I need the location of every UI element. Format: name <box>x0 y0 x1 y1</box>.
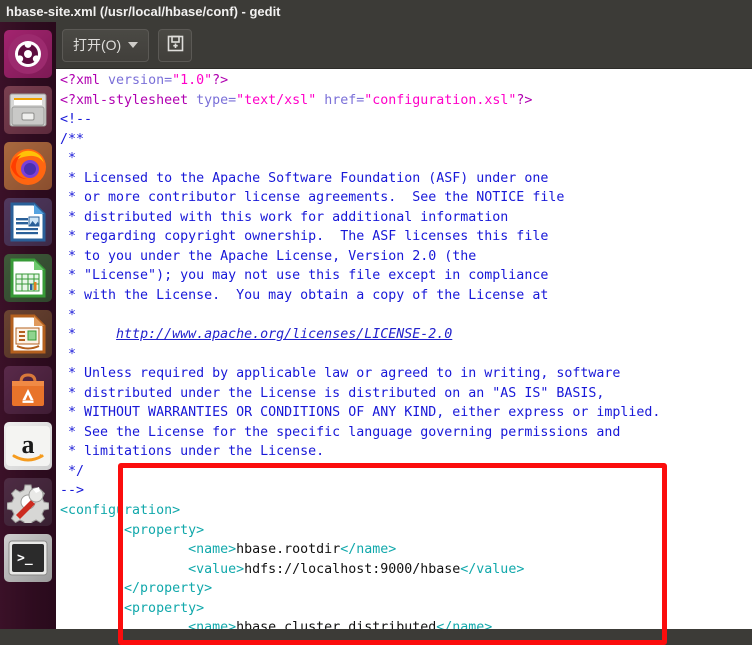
license-url-link[interactable]: http://www.apache.org/licenses/LICENSE-2… <box>116 327 452 342</box>
code-line: <?xml-stylesheet type="text/xsl" href="c… <box>60 91 752 111</box>
code-line: * <box>60 151 77 167</box>
window-title: hbase-site.xml (/usr/local/hbase/conf) -… <box>6 3 281 19</box>
code-token: <name> <box>60 620 237 629</box>
code-token: type= <box>188 92 237 108</box>
code-token: <name> <box>60 542 237 558</box>
code-line: <?xml version="1.0"?> <box>60 71 752 91</box>
window-titlebar: hbase-site.xml (/usr/local/hbase/conf) -… <box>0 0 752 22</box>
svg-text:>_: >_ <box>17 551 33 566</box>
code-token: <?xml-stylesheet <box>60 92 189 108</box>
code-line: <property> <box>60 522 205 538</box>
code-token: "text/xsl" <box>236 92 317 108</box>
gedit-window: 打开(O) <?xml version="1.0"?> <?xml-styles… <box>56 22 752 645</box>
amazon-icon: a <box>6 426 50 466</box>
code-line: * with the License. You may obtain a cop… <box>60 288 549 304</box>
launcher-item-libreoffice-calc[interactable] <box>4 254 52 302</box>
open-button-label: 打开(O) <box>73 37 122 53</box>
launcher-item-system-settings[interactable] <box>4 478 52 526</box>
code-token: ?> <box>212 73 229 88</box>
code-line: * http://www.apache.org/licenses/LICENSE… <box>60 325 752 345</box>
code-line: * limitations under the License. <box>60 444 325 460</box>
code-line: * "License"); you may not use this file … <box>60 268 549 284</box>
libreoffice-impress-icon <box>9 314 47 354</box>
chevron-down-icon <box>128 42 139 48</box>
code-line: * distributed under the License is distr… <box>60 385 605 401</box>
code-line: * to you under the Apache License, Versi… <box>60 248 477 264</box>
code-token: </value> <box>460 561 525 577</box>
code-token: hdfs://localhost:9000/hbase <box>244 561 461 577</box>
code-token: </name> <box>436 620 493 629</box>
code-line: /** <box>60 131 85 147</box>
launcher-item-terminal[interactable]: >_ <box>4 534 52 582</box>
launcher-item-software-center[interactable] <box>4 366 52 414</box>
text-editor-area[interactable]: <?xml version="1.0"?> <?xml-stylesheet t… <box>56 69 752 629</box>
ubuntu-dash-icon <box>6 32 50 76</box>
code-line: * See the License for the specific langu… <box>60 424 621 440</box>
code-line: * regarding copyright ownership. The ASF… <box>60 229 549 245</box>
libreoffice-writer-icon <box>9 202 47 242</box>
code-line: * distributed with this work for additio… <box>60 209 509 225</box>
code-line: <property> <box>60 600 205 616</box>
code-token: "configuration.xsl" <box>364 92 517 108</box>
editor-gutter <box>56 69 60 629</box>
launcher-item-amazon[interactable]: a <box>4 422 52 470</box>
code-line: <name>hbase.cluster.distributed</name> <box>60 618 752 629</box>
code-token: * <box>60 327 117 343</box>
launcher-item-files[interactable] <box>4 86 52 134</box>
open-file-button[interactable]: 打开(O) <box>62 28 150 62</box>
unity-launcher: a >_ <box>0 22 56 629</box>
code-line: <value>hdfs://localhost:9000/hbase</valu… <box>60 560 752 580</box>
launcher-item-firefox[interactable] <box>4 142 52 190</box>
code-line: * Licensed to the Apache Software Founda… <box>60 170 549 186</box>
code-line: <configuration> <box>60 503 181 519</box>
code-line: * <box>60 346 77 362</box>
code-token: href= <box>316 92 365 108</box>
terminal-icon: >_ <box>8 540 48 576</box>
code-line: */ <box>60 463 85 479</box>
code-token: <?xml <box>60 73 101 88</box>
code-line: <name>hbase.rootdir</name> <box>60 540 752 560</box>
code-token: "1.0" <box>172 73 213 88</box>
files-icon <box>8 92 48 128</box>
code-line: --> <box>60 483 85 499</box>
launcher-item-libreoffice-writer[interactable] <box>4 198 52 246</box>
code-line: * WITHOUT WARRANTIES OR CONDITIONS OF AN… <box>60 405 661 421</box>
gedit-toolbar: 打开(O) <box>56 22 752 69</box>
svg-text:a: a <box>22 430 35 459</box>
code-line: </property> <box>60 581 213 597</box>
launcher-item-libreoffice-impress[interactable] <box>4 310 52 358</box>
save-icon <box>167 35 184 55</box>
launcher-item-ubuntu-dash[interactable] <box>4 30 52 78</box>
code-token: hbase.rootdir <box>236 542 341 558</box>
code-line: * or more contributor license agreements… <box>60 190 565 206</box>
firefox-icon <box>7 145 49 187</box>
code-token: hbase.cluster.distributed <box>236 620 437 629</box>
save-file-button[interactable] <box>158 28 193 62</box>
code-token: <value> <box>60 561 245 577</box>
libreoffice-calc-icon <box>9 258 47 298</box>
code-line: <!-- <box>60 112 93 128</box>
code-token: </name> <box>340 542 397 558</box>
code-token: version= <box>100 73 173 88</box>
code-token: ?> <box>516 92 533 108</box>
code-line: * Unless required by applicable law or a… <box>60 366 621 382</box>
system-settings-icon <box>7 481 49 523</box>
software-center-icon <box>8 370 48 410</box>
code-line: * <box>60 307 77 323</box>
